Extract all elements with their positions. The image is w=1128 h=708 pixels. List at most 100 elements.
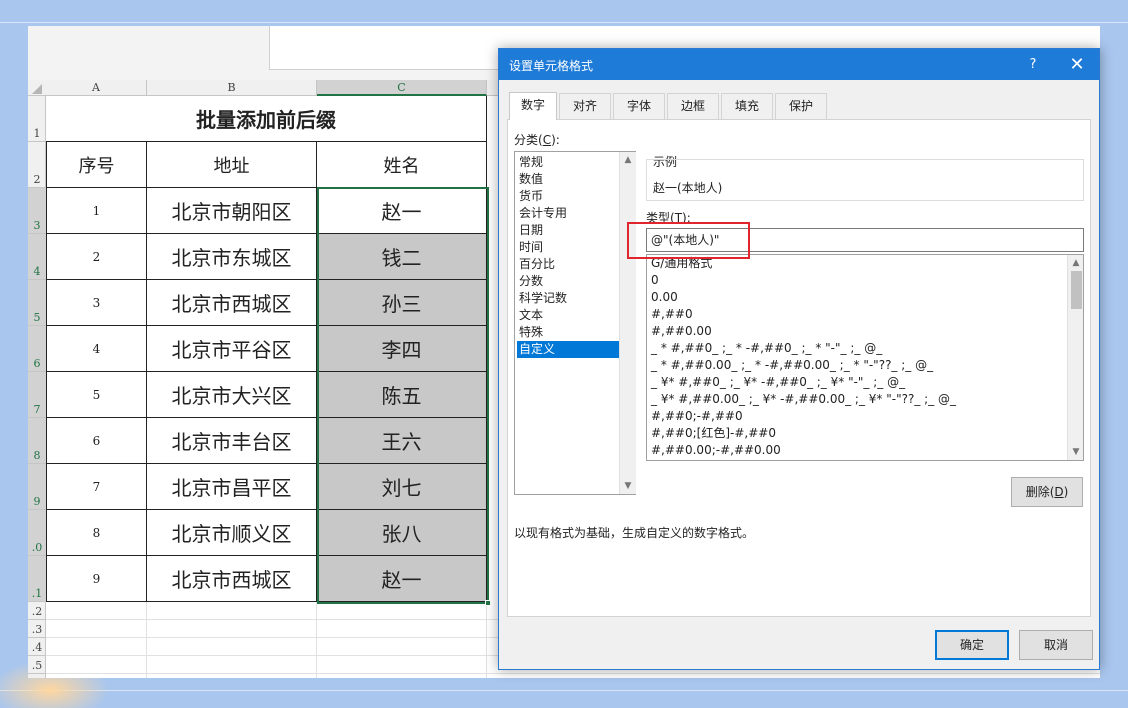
scroll-down-icon[interactable]: ▼ [620, 478, 636, 494]
cell-address[interactable]: 北京市东城区 [147, 234, 317, 280]
category-item[interactable]: 数值 [517, 171, 619, 188]
tab-protection[interactable]: 保护 [775, 93, 827, 119]
cell-name[interactable]: 李四 [317, 326, 487, 372]
cell-index[interactable]: 9 [46, 556, 147, 602]
cell-name[interactable]: 赵一 [317, 188, 487, 234]
type-option[interactable]: _ ¥* #,##0.00_ ;_ ¥* -#,##0.00_ ;_ ¥* "-… [651, 391, 956, 408]
cell-address[interactable]: 北京市丰台区 [147, 418, 317, 464]
row-header[interactable]: 3 [28, 188, 46, 234]
row-header[interactable]: 1 [28, 96, 46, 142]
close-button[interactable]: ✕ [1061, 53, 1093, 77]
row-header[interactable]: 9 [28, 464, 46, 510]
row-header[interactable]: 5 [28, 280, 46, 326]
cell-address[interactable]: 北京市西城区 [147, 280, 317, 326]
background-line [0, 690, 1128, 691]
type-option[interactable]: _ * #,##0_ ;_ * -#,##0_ ;_ * "-"_ ;_ @_ [651, 340, 882, 357]
cell-index[interactable]: 3 [46, 280, 147, 326]
cell-address[interactable]: 北京市平谷区 [147, 326, 317, 372]
cell-address[interactable]: 北京市昌平区 [147, 464, 317, 510]
scroll-thumb[interactable] [1071, 271, 1082, 309]
cell-name[interactable]: 陈五 [317, 372, 487, 418]
cell-index[interactable]: 2 [46, 234, 147, 280]
ok-button[interactable]: 确定 [935, 630, 1009, 660]
row-header[interactable]: .4 [28, 638, 46, 656]
category-item[interactable]: 百分比 [517, 256, 619, 273]
category-item[interactable]: 日期 [517, 222, 619, 239]
cell-name[interactable]: 赵一 [317, 556, 487, 602]
category-item[interactable]: 常规 [517, 154, 619, 171]
scroll-up-icon[interactable]: ▲ [620, 152, 636, 168]
type-list[interactable]: G/通用格式 0 0.00 #,##0 #,##0.00 _ * #,##0_ ;_ * … [646, 254, 1084, 461]
type-scrollbar[interactable]: ▲ ▼ [1067, 255, 1083, 460]
row-header[interactable]: .0 [28, 510, 46, 556]
gridline [146, 602, 147, 678]
fill-handle[interactable] [485, 600, 491, 606]
type-option[interactable]: #,##0 [651, 306, 693, 323]
cell-index[interactable]: 6 [46, 418, 147, 464]
tab-fill[interactable]: 填充 [721, 93, 773, 119]
type-option[interactable]: _ * #,##0.00_ ;_ * -#,##0.00_ ;_ * "-"??… [651, 357, 933, 374]
format-cells-dialog: 设置单元格格式 ? ✕ 数字 对齐 字体 边框 填充 保护 分类(C): 常规数… [498, 48, 1100, 670]
row-header[interactable]: 2 [28, 142, 46, 188]
row-header[interactable]: .2 [28, 602, 46, 620]
category-scrollbar[interactable]: ▲ ▼ [619, 152, 636, 494]
category-item[interactable]: 文本 [517, 307, 619, 324]
category-label: 分类(C): [514, 133, 560, 147]
cell-address[interactable]: 北京市西城区 [147, 556, 317, 602]
row-header[interactable]: .5 [28, 656, 46, 674]
row-header[interactable]: 4 [28, 234, 46, 280]
cancel-button[interactable]: 取消 [1019, 630, 1093, 660]
cell-address[interactable]: 北京市朝阳区 [147, 188, 317, 234]
tab-font[interactable]: 字体 [613, 93, 665, 119]
cell-name[interactable]: 王六 [317, 418, 487, 464]
tab-border[interactable]: 边框 [667, 93, 719, 119]
select-all-corner[interactable] [32, 84, 42, 94]
category-item[interactable]: 自定义 [517, 341, 619, 358]
type-option[interactable]: #,##0.00;-#,##0.00 [651, 442, 781, 459]
row-header[interactable]: .1 [28, 556, 46, 602]
header-index[interactable]: 序号 [46, 142, 147, 188]
header-address[interactable]: 地址 [147, 142, 317, 188]
type-option[interactable]: _ ¥* #,##0_ ;_ ¥* -#,##0_ ;_ ¥* "-"_ ;_ … [651, 374, 905, 391]
cell-address[interactable]: 北京市顺义区 [147, 510, 317, 556]
column-header-b[interactable]: B [147, 80, 317, 96]
row-header[interactable]: 8 [28, 418, 46, 464]
gridline [316, 602, 317, 678]
category-item[interactable]: 会计专用 [517, 205, 619, 222]
category-item[interactable]: 分数 [517, 273, 619, 290]
category-item[interactable]: 货币 [517, 188, 619, 205]
type-option[interactable]: #,##0;-#,##0 [651, 408, 743, 425]
type-option[interactable]: 0.00 [651, 289, 678, 306]
cell-index[interactable]: 4 [46, 326, 147, 372]
category-item[interactable]: 时间 [517, 239, 619, 256]
category-item[interactable]: 特殊 [517, 324, 619, 341]
cell-index[interactable]: 1 [46, 188, 147, 234]
scroll-down-icon[interactable]: ▼ [1068, 444, 1083, 460]
cell-address[interactable]: 北京市大兴区 [147, 372, 317, 418]
row-header[interactable]: .3 [28, 620, 46, 638]
tab-number[interactable]: 数字 [509, 92, 557, 120]
delete-button[interactable]: 删除(D) [1011, 477, 1083, 507]
type-option[interactable]: #,##0;[红色]-#,##0 [651, 425, 776, 442]
help-button[interactable]: ? [1021, 55, 1045, 75]
cell-index[interactable]: 8 [46, 510, 147, 556]
scroll-up-icon[interactable]: ▲ [1068, 255, 1083, 271]
cell-name[interactable]: 刘七 [317, 464, 487, 510]
cell-name[interactable]: 孙三 [317, 280, 487, 326]
column-header-c[interactable]: C [317, 80, 487, 96]
header-name[interactable]: 姓名 [317, 142, 487, 188]
row-header[interactable]: 6 [28, 326, 46, 372]
cell-name[interactable]: 钱二 [317, 234, 487, 280]
table-title: 批量添加前后缀 [46, 96, 487, 142]
type-option[interactable]: #,##0.00 [651, 323, 712, 340]
type-option[interactable]: 0 [651, 272, 659, 289]
row-header[interactable]: 7 [28, 372, 46, 418]
type-highlight-box [627, 222, 750, 259]
column-header-a[interactable]: A [46, 80, 147, 96]
category-list[interactable]: 常规 数值 货币 会计专用 日期 时间 百分比 分数 科学记数 文本 特殊 自定义 ▲ ▼ [514, 151, 636, 495]
cell-name[interactable]: 张八 [317, 510, 487, 556]
category-item[interactable]: 科学记数 [517, 290, 619, 307]
cell-index[interactable]: 7 [46, 464, 147, 510]
tab-alignment[interactable]: 对齐 [559, 93, 611, 119]
cell-index[interactable]: 5 [46, 372, 147, 418]
